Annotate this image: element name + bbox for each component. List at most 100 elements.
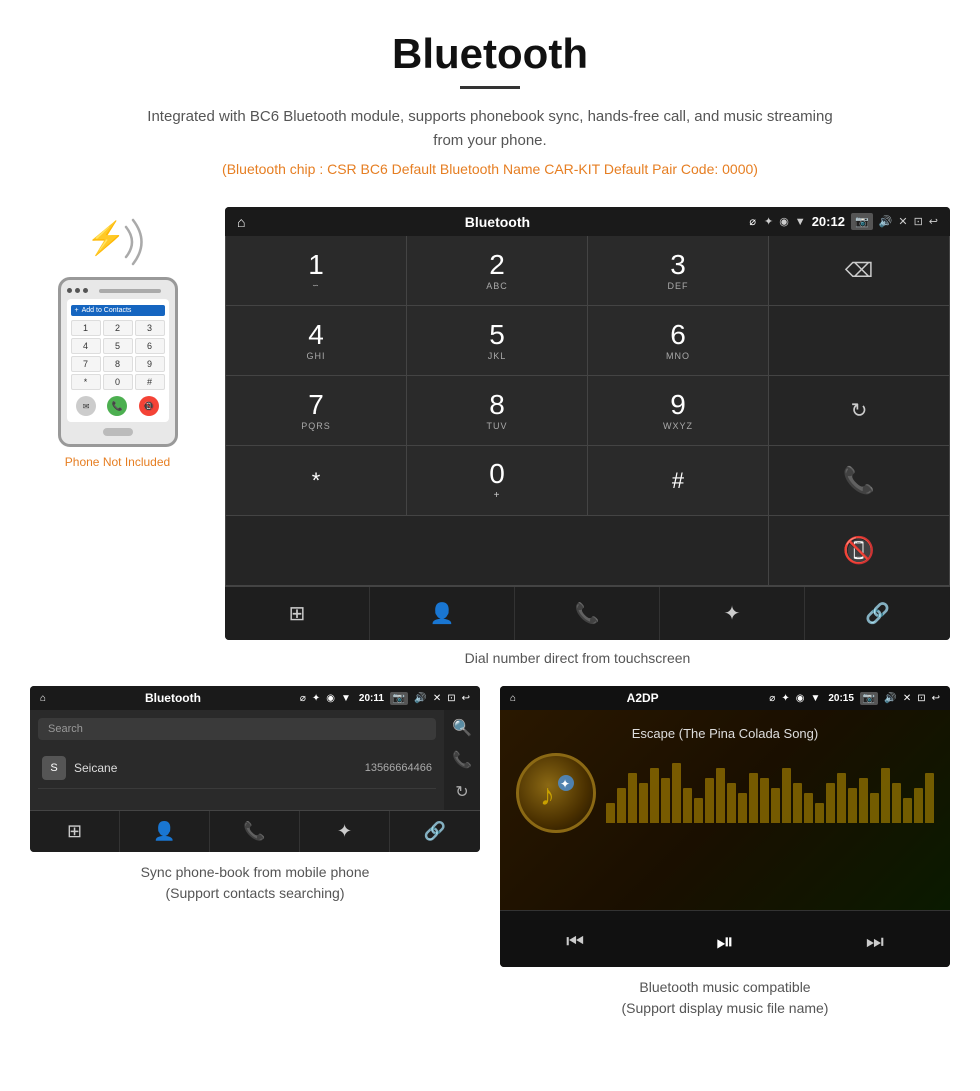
dial-key-backspace[interactable]: ⌫	[769, 236, 950, 306]
pb-volume-icon[interactable]: 🔊	[414, 693, 426, 704]
pb-title: Bluetooth	[52, 691, 294, 705]
bottom-screenshots: ⌂ Bluetooth ⌀ ✦ ◉ ▼ 20:11 📷 🔊 ✕ ⊡ ↩ Sear…	[0, 686, 980, 1039]
pb-refresh-icon[interactable]: ↻	[455, 782, 468, 802]
visualizer-bar	[848, 788, 857, 823]
usb-icon: ⌀	[749, 215, 756, 228]
contacts-icon-btn[interactable]: 👤	[370, 587, 515, 640]
next-btn[interactable]: ⏭	[850, 923, 900, 962]
main-content: ⚡ +Add to Contacts 1 2	[0, 207, 980, 640]
home-icon[interactable]: ⌂	[237, 214, 245, 230]
visualizer-bar	[925, 773, 934, 823]
music-statusbar: ⌂ A2DP ⌀ ✦ ◉ ▼ 20:15 📷 🔊 ✕ ⊡ ↩	[500, 686, 950, 710]
music-close-icon[interactable]: ✕	[903, 693, 911, 704]
music-usb-icon: ⌀	[769, 693, 775, 704]
contact-letter: S	[42, 756, 66, 780]
visualizer-bar	[672, 763, 681, 823]
pb-search-box[interactable]: Search	[38, 718, 436, 740]
page-title: Bluetooth	[0, 30, 980, 78]
play-pause-btn[interactable]: ⏯	[700, 921, 750, 963]
pb-location-icon: ◉	[326, 693, 335, 704]
contact-name: Seicane	[74, 761, 365, 775]
dial-keypad: 1 ∽ 2 ABC 3 DEF ⌫ 4 GHI 5 JKL	[225, 236, 950, 586]
dial-statusbar: ⌂ Bluetooth ⌀ ✦ ◉ ▼ 20:12 📷 🔊 ✕ ⊡ ↩	[225, 207, 950, 236]
dial-key-refresh[interactable]: ↻	[769, 376, 950, 446]
svg-text:♪: ♪	[540, 779, 555, 812]
camera-icon[interactable]: 📷	[851, 213, 873, 230]
dial-key-4[interactable]: 4 GHI	[226, 306, 407, 376]
visualizer-bar	[837, 773, 846, 823]
phone-icon-btn[interactable]: 📞	[515, 587, 660, 640]
prev-btn[interactable]: ⏮	[550, 923, 600, 962]
pb-signal-icon: ▼	[341, 693, 351, 704]
dialpad-icon-btn[interactable]: ⊞	[225, 587, 370, 640]
bluetooth-icon-btn[interactable]: ✦	[660, 587, 805, 640]
dial-key-2[interactable]: 2 ABC	[407, 236, 588, 306]
dial-key-3[interactable]: 3 DEF	[588, 236, 769, 306]
close-icon[interactable]: ✕	[898, 215, 907, 228]
music-home-icon[interactable]: ⌂	[510, 693, 516, 704]
pb-call-icon[interactable]: 📞	[452, 750, 472, 770]
visualizer-bar	[661, 778, 670, 823]
visualizer-bar	[793, 783, 802, 823]
music-content: Escape (The Pina Colada Song) ♪ ✦	[500, 710, 950, 910]
page-header: Bluetooth Integrated with BC6 Bluetooth …	[0, 0, 980, 207]
visualizer-bar	[749, 773, 758, 823]
dial-key-9[interactable]: 9 WXYZ	[588, 376, 769, 446]
volume-icon[interactable]: 🔊	[879, 215, 893, 228]
pb-home-icon[interactable]: ⌂	[40, 693, 46, 704]
link-icon-btn[interactable]: 🔗	[805, 587, 950, 640]
music-bt-icon: ✦	[781, 693, 789, 704]
fullscreen-icon[interactable]: ⊡	[914, 215, 923, 228]
dial-call-red[interactable]: 📵	[769, 516, 950, 586]
song-title: Escape (The Pina Colada Song)	[632, 726, 818, 741]
music-camera-icon[interactable]: 📷	[860, 692, 878, 705]
pb-phone-btn[interactable]: 📞	[210, 811, 300, 852]
back-icon[interactable]: ↩	[929, 215, 938, 228]
music-back-icon[interactable]: ↩	[932, 693, 940, 704]
pb-close-icon[interactable]: ✕	[433, 693, 441, 704]
dial-call-green[interactable]: 📞	[769, 446, 950, 516]
album-art: ♪ ✦	[516, 753, 596, 833]
visualizer-bar	[738, 793, 747, 823]
svg-text:✦: ✦	[560, 777, 570, 791]
visualizer-bar	[694, 798, 703, 823]
visualizer-bar	[881, 768, 890, 823]
dial-key-7[interactable]: 7 PQRS	[226, 376, 407, 446]
visualizer-bar	[650, 768, 659, 823]
pb-back-icon[interactable]: ↩	[462, 693, 470, 704]
visualizer-bar	[870, 793, 879, 823]
pb-bottom-actions: ⊞ 👤 📞 ✦ 🔗	[30, 810, 480, 852]
dial-key-8[interactable]: 8 TUV	[407, 376, 588, 446]
status-time: 20:12	[812, 214, 845, 229]
visualizer-bar	[617, 788, 626, 823]
dial-key-1[interactable]: 1 ∽	[226, 236, 407, 306]
dial-key-5[interactable]: 5 JKL	[407, 306, 588, 376]
dial-key-6[interactable]: 6 MNO	[588, 306, 769, 376]
dial-key-hash[interactable]: #	[588, 446, 769, 516]
music-volume-icon[interactable]: 🔊	[884, 693, 896, 704]
svg-text:⚡: ⚡	[86, 220, 126, 257]
dial-key-star[interactable]: *	[226, 446, 407, 516]
pb-link-btn[interactable]: 🔗	[390, 811, 480, 852]
visualizer-bar	[628, 773, 637, 823]
visualizer-bar	[771, 788, 780, 823]
music-screen-title: A2DP	[522, 691, 763, 705]
music-visualizer	[606, 763, 934, 823]
bluetooth-waves: ⚡	[78, 207, 158, 277]
phonebook-screen: ⌂ Bluetooth ⌀ ✦ ◉ ▼ 20:11 📷 🔊 ✕ ⊡ ↩ Sear…	[30, 686, 480, 852]
dial-key-0[interactable]: 0 +	[407, 446, 588, 516]
pb-dialpad-btn[interactable]: ⊞	[30, 811, 120, 852]
pb-bt-btn[interactable]: ✦	[300, 811, 390, 852]
phone-section: ⚡ +Add to Contacts 1 2	[30, 207, 205, 469]
pb-camera-icon[interactable]: 📷	[390, 692, 408, 705]
visualizer-bar	[826, 783, 835, 823]
visualizer-bar	[903, 798, 912, 823]
pb-fullscreen-icon[interactable]: ⊡	[447, 693, 455, 704]
bt-status-icon: ✦	[764, 215, 773, 228]
pb-contacts-btn[interactable]: 👤	[120, 811, 210, 852]
dial-key-empty-bottom	[226, 516, 769, 586]
dial-action-bar: ⊞ 👤 📞 ✦ 🔗	[225, 586, 950, 640]
dial-screen-title: Bluetooth	[253, 214, 741, 230]
pb-search-icon[interactable]: 🔍	[452, 718, 472, 738]
music-fullscreen-icon[interactable]: ⊡	[917, 693, 925, 704]
